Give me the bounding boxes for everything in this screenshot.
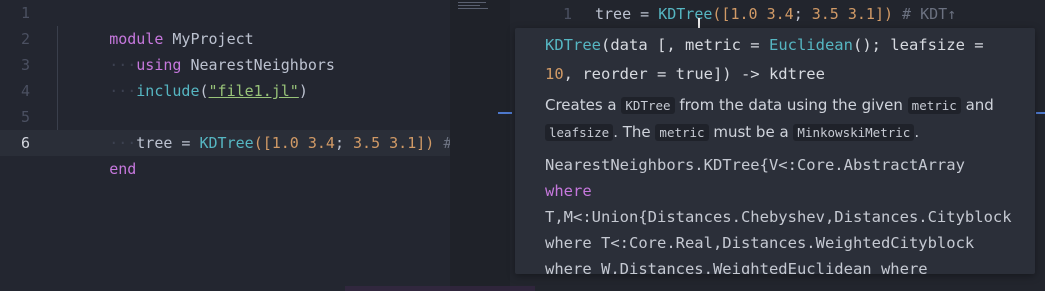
signature-args: (); leafsize = bbox=[852, 36, 984, 54]
function-name-hovered[interactable]: KDTree bbox=[658, 5, 712, 23]
code-line-5[interactable]: ···tree = KDTree([1.0 3.4; 3.5 3.1]) # bbox=[55, 104, 452, 152]
line-number-active: 6 bbox=[20, 134, 30, 152]
inline-code: MinkowskiMetric bbox=[793, 124, 915, 141]
number-literal: 10 bbox=[545, 65, 564, 83]
type-line: T,M<:Union{Distances.Chebyshev,Distances… bbox=[545, 208, 1012, 226]
number-literal: 1.0 bbox=[730, 5, 758, 23]
code-line-3[interactable]: ···include("file1.jl") bbox=[55, 52, 308, 100]
bracket: ]) bbox=[874, 5, 894, 23]
separator: ; bbox=[793, 5, 812, 23]
string-literal[interactable]: "file1.jl" bbox=[209, 82, 299, 100]
signature-args: , reorder = true]) -> kdtree bbox=[563, 65, 825, 83]
doc-text: and bbox=[960, 96, 994, 114]
function-name: include bbox=[136, 82, 200, 100]
keyword: end bbox=[109, 160, 137, 178]
type-line: where T<:Core.Real,Distances.WeightedCit… bbox=[545, 234, 975, 252]
number-literal: 3.4 bbox=[307, 134, 335, 152]
pane-divider[interactable] bbox=[450, 0, 510, 291]
inline-code: KDTree bbox=[621, 97, 675, 114]
function-name: KDTree bbox=[545, 36, 601, 54]
function-signature: KDTree(data [, metric = Euclidean(); lea… bbox=[545, 31, 1025, 89]
paren: ) bbox=[298, 82, 308, 100]
doc-text: . The bbox=[613, 123, 656, 141]
inline-code: leafsize bbox=[545, 124, 614, 141]
doc-text: . bbox=[914, 123, 920, 141]
scroll-position-marker bbox=[1036, 112, 1045, 114]
doc-text: Creates a bbox=[545, 96, 622, 114]
bracket: ([ bbox=[253, 134, 272, 152]
number-literal: 3.1 bbox=[389, 134, 417, 152]
comment: # KDT↑ bbox=[893, 5, 957, 23]
doc-text: from the data using the given bbox=[674, 96, 908, 114]
code-line-6[interactable]: end bbox=[55, 130, 136, 178]
code-line-1[interactable]: module MyProject bbox=[55, 0, 254, 48]
left-editor-pane[interactable]: 1 2 3 4 5 6 module MyProject ···using Ne… bbox=[0, 0, 452, 291]
number-literal: 1.0 bbox=[271, 134, 299, 152]
code-line-1[interactable]: tree = KDTree([1.0 3.4; 3.5 3.1]) # KDT↑ bbox=[595, 1, 956, 27]
function-name: KDTree bbox=[199, 134, 254, 152]
scroll-position-marker bbox=[498, 112, 512, 114]
keyword: where bbox=[545, 182, 592, 200]
line-number: 3 bbox=[20, 56, 30, 74]
whitespace-marker: ··· bbox=[109, 82, 137, 100]
type-name: Euclidean bbox=[768, 36, 853, 54]
number-literal: 3.4 bbox=[766, 5, 794, 23]
status-accent bbox=[345, 286, 535, 291]
line-number: 4 bbox=[20, 82, 30, 100]
separator: ; bbox=[334, 134, 354, 152]
line-number: 2 bbox=[20, 30, 30, 48]
line-number: 1 bbox=[562, 5, 572, 23]
inline-code: metric bbox=[907, 97, 961, 114]
doc-text: must be a bbox=[708, 123, 794, 141]
bracket: ([ bbox=[712, 5, 731, 23]
doc-description: Creates a KDTree from the data using the… bbox=[545, 92, 1035, 146]
minimap[interactable] bbox=[458, 0, 498, 10]
type-line: where W,Distances.WeightedEuclidean wher… bbox=[545, 260, 928, 274]
editor-window: 1 2 3 4 5 6 module MyProject ···using Ne… bbox=[0, 0, 1045, 291]
code-line-2[interactable]: ···using NearestNeighbors bbox=[55, 26, 335, 74]
type-line: NearestNeighbors.KDTree{V<:Core.Abstract… bbox=[545, 156, 965, 174]
number-literal: 3.5 bbox=[811, 5, 839, 23]
signature-args: (data [, metric = bbox=[601, 36, 769, 54]
line-number: 1 bbox=[20, 4, 30, 22]
assignment: tree = bbox=[136, 134, 200, 152]
inline-code: metric bbox=[655, 124, 709, 141]
number-literal: 3.5 bbox=[353, 134, 381, 152]
paren: ( bbox=[199, 82, 209, 100]
assignment: tree = bbox=[595, 5, 659, 23]
number-literal: 3.1 bbox=[847, 5, 875, 23]
hover-documentation-tooltip[interactable]: KDTree(data [, metric = Euclidean(); lea… bbox=[515, 28, 1035, 274]
bracket: ]) bbox=[416, 134, 435, 152]
type-signature: NearestNeighbors.KDTree{V<:Core.Abstract… bbox=[545, 152, 1035, 274]
line-number: 5 bbox=[20, 108, 30, 126]
